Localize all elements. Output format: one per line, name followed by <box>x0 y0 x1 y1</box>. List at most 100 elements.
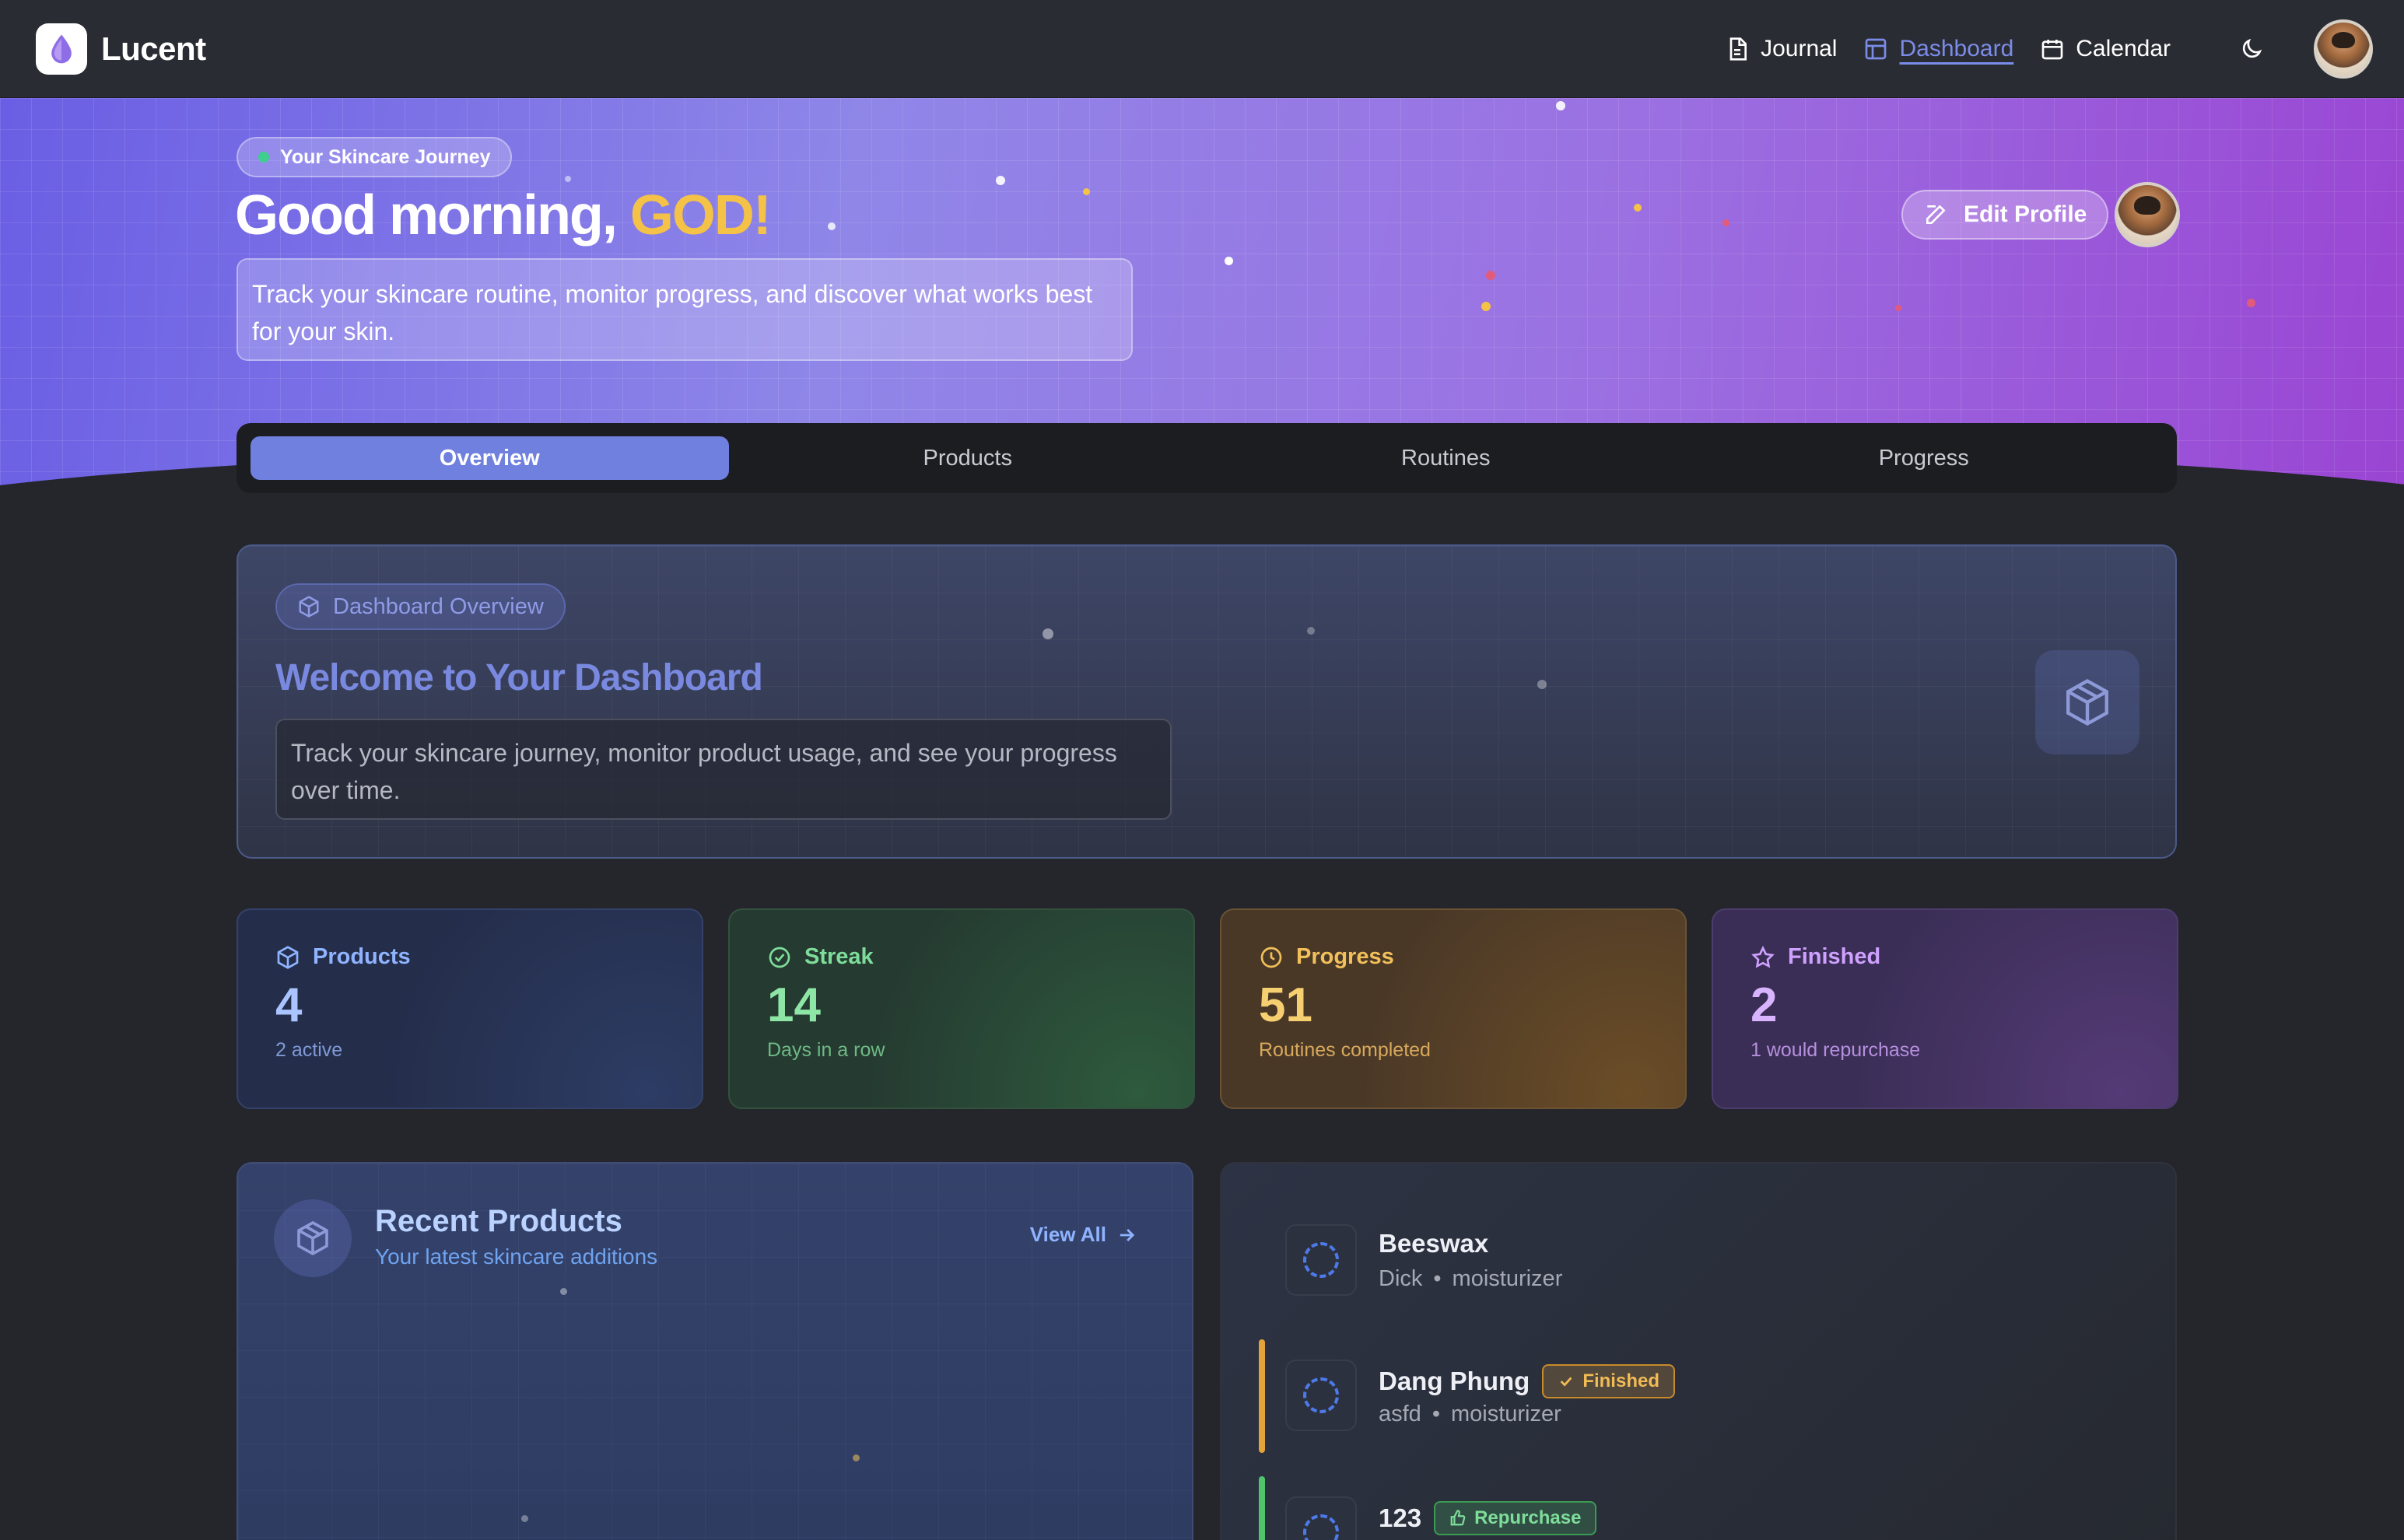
cube-icon <box>274 1199 352 1277</box>
stat-label-text: Products <box>313 944 411 969</box>
stat-label: Streak <box>767 944 1156 970</box>
layout-icon <box>1866 38 1887 59</box>
product-name-text: 123 <box>1379 1503 1422 1532</box>
stat-value: 14 <box>767 978 821 1032</box>
brand-name: Lucent <box>101 30 206 67</box>
welcome-title: Welcome to Your Dashboard <box>275 657 763 698</box>
profile-avatar[interactable] <box>2115 182 2180 247</box>
product-brand: asfd <box>1379 1402 1421 1426</box>
sparkle-dot <box>1043 628 1053 639</box>
product-list-item[interactable]: 123 Repurchase <box>1259 1476 2130 1540</box>
recent-products-title: Recent Products <box>375 1204 622 1238</box>
sparkle-dot <box>2247 299 2255 307</box>
product-list-panel: Beeswax Dick • moisturizer Dang Phung Fini… <box>1220 1162 2177 1540</box>
hero-description: Track your skincare routine, monitor pro… <box>237 258 1133 361</box>
cube-icon <box>277 945 299 969</box>
product-type: moisturizer <box>1452 1266 1563 1291</box>
sparkle-dot <box>1083 188 1090 195</box>
welcome-panel: Dashboard Overview Welcome to Your Dashb… <box>237 544 2177 859</box>
check-circle-icon <box>769 947 790 968</box>
stat-label-text: Streak <box>804 944 874 969</box>
tab-progress[interactable]: Progress <box>1685 436 2164 480</box>
product-meta: Dick • moisturizer <box>1379 1266 1562 1292</box>
sparkle-dot <box>521 1515 528 1522</box>
loading-ring-icon <box>1303 1514 1339 1540</box>
product-thumbnail <box>1285 1496 1357 1540</box>
tab-routines[interactable]: Routines <box>1207 436 1685 480</box>
loading-ring-icon <box>1303 1377 1339 1413</box>
welcome-description: Track your skincare journey, monitor pro… <box>275 719 1172 820</box>
top-navbar: Lucent Journal Dashboard Calendar <box>0 0 2404 98</box>
loading-ring-icon <box>1303 1242 1339 1278</box>
journey-badge: Your Skincare Journey <box>237 137 513 177</box>
product-name: Beeswax <box>1379 1229 1488 1258</box>
stat-label-text: Finished <box>1788 944 1881 969</box>
view-all-label: View All <box>1029 1223 1106 1246</box>
cube-icon <box>299 596 319 618</box>
product-type: moisturizer <box>1450 1402 1561 1426</box>
stat-subtext: 1 would repurchase <box>1750 1039 1921 1061</box>
dashboard-overview-badge: Dashboard Overview <box>275 583 566 630</box>
product-name: Dang Phung Finished <box>1379 1364 1675 1398</box>
nav-links: Journal Dashboard Calendar <box>1698 19 2373 79</box>
stat-card-finished[interactable]: Finished 2 1 would repurchase <box>1712 908 2178 1109</box>
product-name-text: Beeswax <box>1379 1229 1489 1258</box>
meta-separator: • <box>1432 1402 1440 1426</box>
nav-link-dashboard[interactable]: Dashboard <box>1863 36 2013 62</box>
sparkle-dot <box>1481 302 1491 311</box>
sparkle-dot <box>1722 219 1729 226</box>
status-dot-icon <box>258 152 269 163</box>
stat-label-text: Progress <box>1296 944 1394 969</box>
stat-label: Finished <box>1750 944 2139 970</box>
greeting-prefix: Good morning, <box>235 184 630 247</box>
product-meta: asfd • moisturizer <box>1379 1402 1561 1427</box>
stat-value: 51 <box>1259 978 1312 1032</box>
sparkle-dot <box>853 1454 860 1461</box>
view-all-link[interactable]: View All <box>1030 1223 1137 1247</box>
arrow-right-icon <box>1120 1228 1135 1241</box>
droplet-logo-icon <box>36 23 87 75</box>
sparkle-dot <box>1537 680 1547 689</box>
edit-profile-button[interactable]: Edit Profile <box>1901 190 2109 240</box>
sparkle-dot <box>1486 271 1495 280</box>
repurchase-badge: Repurchase <box>1434 1501 1597 1535</box>
stat-subtext: 2 active <box>275 1039 343 1061</box>
sparkle-dot <box>560 1288 567 1295</box>
user-avatar[interactable] <box>2314 19 2373 79</box>
sparkle-dot <box>1307 627 1315 635</box>
theme-toggle-button[interactable] <box>2236 33 2267 65</box>
sparkle-dot <box>1895 305 1901 311</box>
sparkle-dot <box>1634 204 1642 212</box>
tab-overview[interactable]: Overview <box>251 436 729 480</box>
edit-profile-label: Edit Profile <box>1964 201 2087 227</box>
brand[interactable]: Lucent <box>36 23 206 75</box>
product-thumbnail <box>1285 1360 1357 1431</box>
stat-value: 4 <box>275 978 303 1032</box>
nav-link-label: Journal <box>1761 35 1838 61</box>
stat-value: 2 <box>1750 978 1778 1032</box>
stat-label: Progress <box>1259 944 1648 970</box>
product-name: 123 Repurchase <box>1379 1501 1597 1535</box>
product-list-item[interactable]: Dang Phung Finished asfd • moisturizer <box>1259 1339 2130 1453</box>
stat-card-products[interactable]: Products 4 2 active <box>237 908 703 1109</box>
finished-badge: Finished <box>1542 1364 1675 1398</box>
sparkle-dot <box>565 176 571 182</box>
product-name-text: Dang Phung <box>1379 1367 1530 1395</box>
product-list-item[interactable]: Beeswax Dick • moisturizer <box>1259 1204 2130 1318</box>
sparkle-dot <box>996 176 1005 185</box>
nav-link-journal[interactable]: Journal <box>1725 36 1837 62</box>
sparkle-dot <box>828 222 836 230</box>
tab-products[interactable]: Products <box>729 436 1207 480</box>
stat-card-streak[interactable]: Streak 14 Days in a row <box>728 908 1195 1109</box>
nav-link-label: Dashboard <box>1899 35 2014 61</box>
stat-subtext: Days in a row <box>767 1039 885 1061</box>
repurchase-badge-label: Repurchase <box>1474 1507 1582 1528</box>
nav-link-calendar[interactable]: Calendar <box>2040 36 2171 62</box>
star-icon <box>1751 945 1775 968</box>
recent-products-subtitle: Your latest skincare additions <box>375 1244 658 1269</box>
clock-icon <box>1260 947 1282 968</box>
greeting-heading: Good morning, GOD! <box>235 184 772 247</box>
sparkle-dot <box>1556 101 1565 110</box>
stat-card-progress[interactable]: Progress 51 Routines completed <box>1220 908 1687 1109</box>
edit-icon <box>1926 205 1946 224</box>
